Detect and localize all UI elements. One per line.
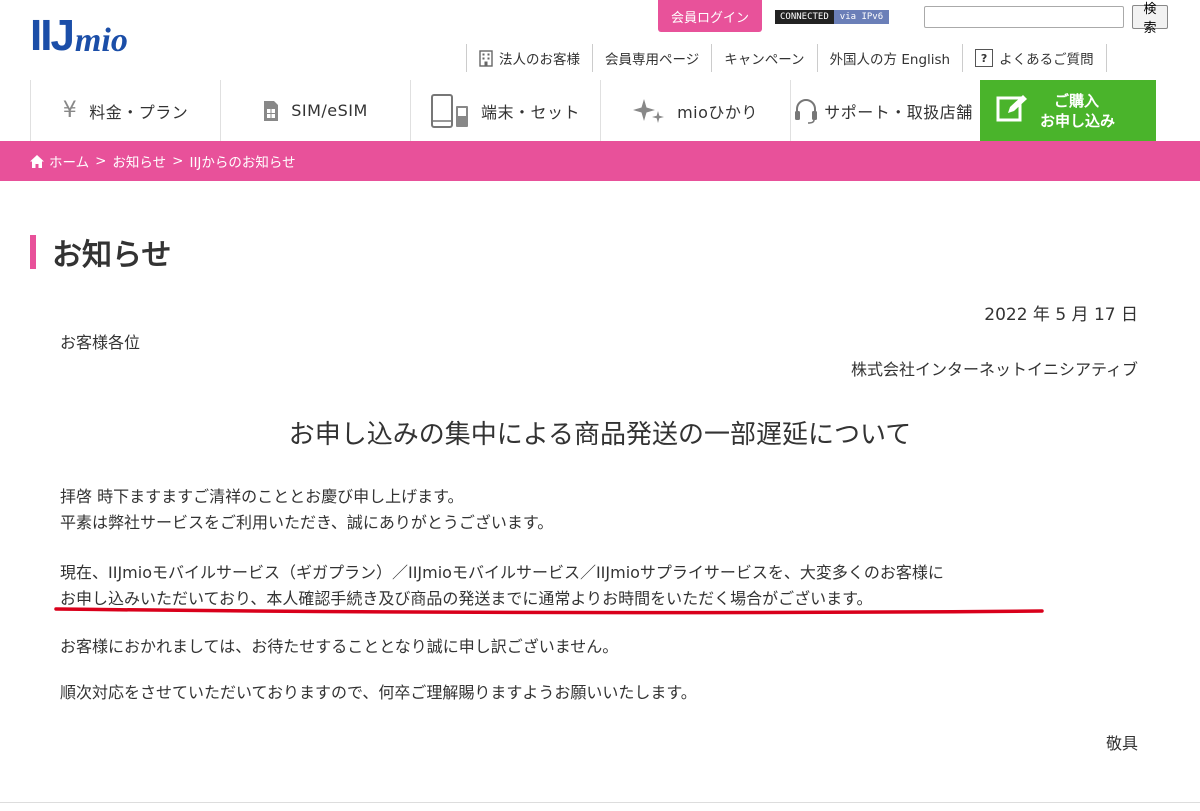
breadcrumb-separator: > bbox=[172, 153, 184, 169]
util-link-member-page[interactable]: 会員専用ページ bbox=[592, 44, 711, 72]
notice-date: 2022 年 5 月 17 日 bbox=[984, 305, 1138, 325]
connected-ipv6-badge: CONNECTED via IPv6 bbox=[775, 10, 890, 24]
iijmio-logo[interactable]: IIJ mio bbox=[30, 14, 128, 58]
breadcrumb: ホーム > お知らせ > IIJからのお知らせ bbox=[0, 141, 1200, 181]
notice-paragraph-main: 現在、IIJmioモバイルサービス（ギガプラン）／IIJmioモバイルサービス／… bbox=[60, 560, 944, 612]
logo-mio-text: mio bbox=[74, 22, 128, 59]
notice-company: 株式会社インターネットイニシアティブ bbox=[850, 360, 1138, 379]
util-link-label: よくあるご質問 bbox=[999, 52, 1094, 68]
edit-icon bbox=[996, 94, 1028, 128]
page-title-text: お知らせ bbox=[52, 238, 172, 273]
sim-card-icon bbox=[263, 100, 279, 122]
red-highlight-underline bbox=[54, 607, 1044, 615]
title-accent-bar bbox=[30, 235, 36, 269]
notice-paragraph-apology: お客様におかれましては、お待たせすることとなり誠に申し訳ございません。 bbox=[60, 637, 619, 656]
footer-divider bbox=[0, 802, 1200, 803]
nav-item-label: サポート・取扱店舗 bbox=[824, 102, 973, 122]
notice-headline: お申し込みの集中による商品発送の一部遅延について bbox=[288, 420, 912, 450]
home-icon bbox=[30, 154, 44, 168]
nav-item-label: 端末・セット bbox=[480, 102, 580, 122]
breadcrumb-home[interactable]: ホーム bbox=[49, 151, 89, 171]
util-link-english[interactable]: 外国人の方 English bbox=[816, 44, 963, 72]
notice-closing: 敬具 bbox=[1105, 734, 1138, 753]
member-login-button[interactable]: 会員ログイン bbox=[658, 0, 762, 32]
connected-label: CONNECTED bbox=[775, 10, 834, 24]
cta-text: ご購入 お申し込み bbox=[1040, 91, 1115, 131]
nav-item-pricing[interactable]: ¥ 料金・プラン bbox=[30, 80, 220, 141]
utility-nav: 法人のお客様 会員専用ページ キャンペーン 外国人の方 English ? よく… bbox=[466, 44, 1107, 72]
devices-icon bbox=[430, 93, 469, 128]
logo-iij-text: IIJ bbox=[30, 11, 75, 60]
nav-item-sim[interactable]: SIM/eSIM bbox=[220, 80, 410, 141]
main-nav: ¥ 料金・プラン SIM/eSIM 端末・セット mioひかり サポート・取扱店… bbox=[30, 80, 1169, 141]
notice-paragraph-greeting: 拝啓 時下ますますご清祥のこととお慶び申し上げます。 平素は弊社サービスをご利用… bbox=[60, 484, 553, 536]
main-line-1: 現在、IIJmioモバイルサービス（ギガプラン）／IIJmioモバイルサービス／… bbox=[60, 563, 944, 582]
nav-item-mio-hikari[interactable]: mioひかり bbox=[600, 80, 790, 141]
util-link-corporate[interactable]: 法人のお客様 bbox=[466, 44, 592, 72]
breadcrumb-iij-news[interactable]: IIJからのお知らせ bbox=[189, 151, 295, 171]
cta-line2: お申し込み bbox=[1040, 111, 1116, 130]
building-icon bbox=[479, 49, 493, 67]
util-link-label: 法人のお客様 bbox=[499, 52, 580, 68]
headset-icon bbox=[794, 98, 818, 124]
page-title: お知らせ bbox=[30, 232, 172, 273]
nav-item-label: SIM/eSIM bbox=[291, 101, 368, 120]
purchase-apply-button[interactable]: ご購入 お申し込み bbox=[980, 80, 1156, 141]
greeting-line-2: 平素は弊社サービスをご利用いただき、誠にありがとうございます。 bbox=[60, 513, 554, 532]
breadcrumb-news[interactable]: お知らせ bbox=[112, 151, 166, 171]
util-link-faq[interactable]: ? よくあるご質問 bbox=[962, 44, 1107, 72]
breadcrumb-separator: > bbox=[95, 153, 107, 169]
ipv6-label: via IPv6 bbox=[833, 10, 890, 24]
search-button[interactable]: 検索 bbox=[1132, 1, 1168, 35]
nav-item-devices[interactable]: 端末・セット bbox=[410, 80, 600, 141]
sparkle-icon bbox=[633, 97, 665, 125]
nav-item-support[interactable]: サポート・取扱店舗 bbox=[790, 80, 980, 141]
notice-paragraph-request: 順次対応をさせていただいておりますので、何卒ご理解賜りますようお願いいたします。 bbox=[60, 683, 697, 702]
nav-item-label: mioひかり bbox=[677, 102, 758, 122]
notice-addressee: お客様各位 bbox=[60, 333, 141, 352]
util-link-campaign[interactable]: キャンペーン bbox=[711, 44, 816, 72]
question-icon: ? bbox=[975, 49, 994, 67]
nav-item-label: 料金・プラン bbox=[89, 102, 189, 122]
cta-line1: ご購入 bbox=[1054, 91, 1100, 110]
greeting-line-1: 拝啓 時下ますますご清祥のこととお慶び申し上げます。 bbox=[60, 487, 464, 506]
search-input[interactable] bbox=[924, 6, 1124, 28]
yen-icon: ¥ bbox=[62, 98, 78, 123]
